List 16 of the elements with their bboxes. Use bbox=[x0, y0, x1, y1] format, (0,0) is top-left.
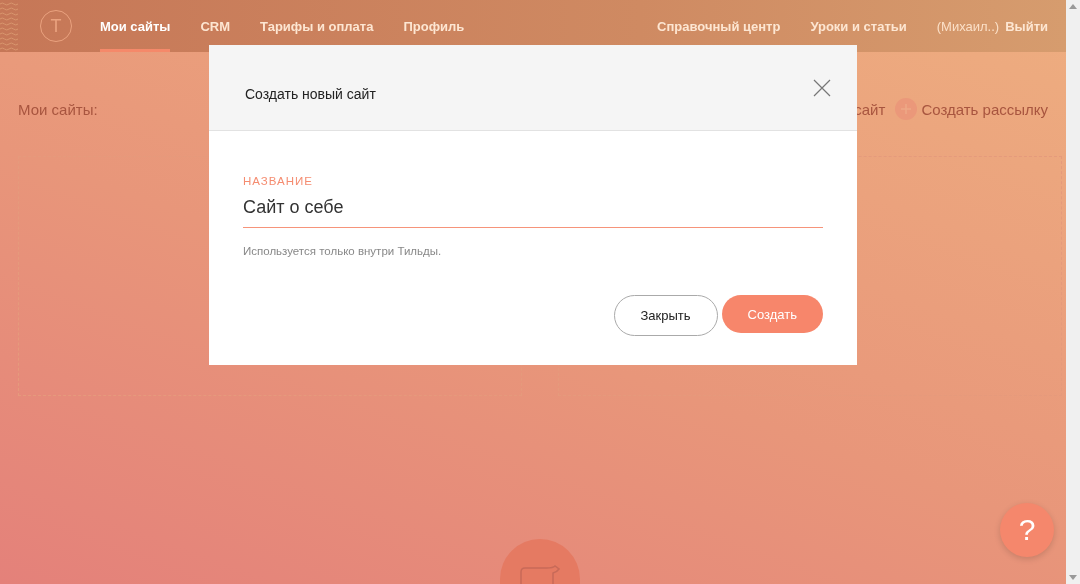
name-input[interactable]: Сайт о себе bbox=[243, 191, 823, 228]
logout-link[interactable]: Выйти bbox=[1005, 0, 1048, 52]
hint-text: Используется только внутри Тильды. bbox=[243, 245, 443, 257]
wave-pattern-icon bbox=[0, 0, 18, 52]
close-icon[interactable] bbox=[813, 78, 831, 97]
create-mailing-link[interactable]: Создать рассылку bbox=[921, 100, 1048, 118]
create-button[interactable]: Создать bbox=[721, 295, 823, 333]
scrollbar[interactable] bbox=[1066, 0, 1080, 584]
down-arrow-icon[interactable] bbox=[1069, 575, 1077, 580]
page-heading: Мои сайты: bbox=[18, 100, 98, 118]
nav-tab[interactable]: Мои сайты bbox=[100, 0, 171, 52]
field-label: НАЗВАНИЕ bbox=[243, 175, 314, 187]
up-arrow-icon[interactable] bbox=[1069, 4, 1077, 9]
close-button[interactable]: Закрыть bbox=[613, 295, 718, 336]
dialog-title: Создать новый сайт bbox=[245, 84, 376, 102]
user-name: (Михаил..) bbox=[936, 17, 1000, 36]
